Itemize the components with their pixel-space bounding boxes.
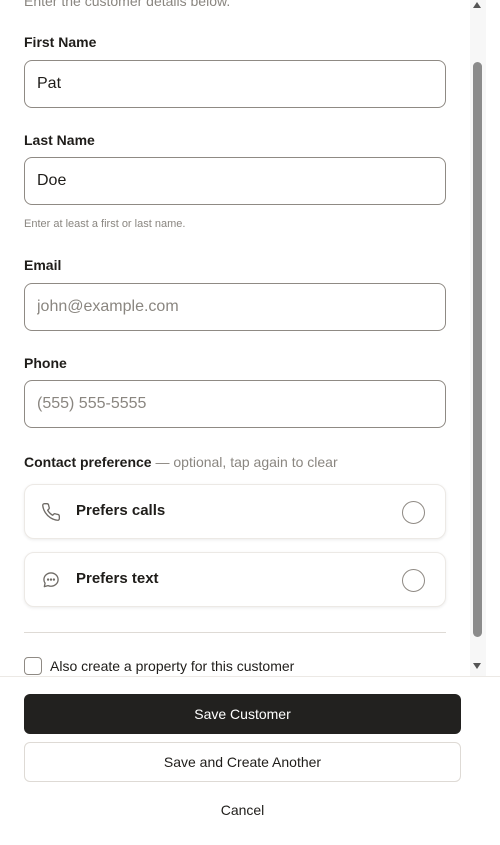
name-helper-text: Enter at least a first or last name. [24,218,186,230]
prefers-calls-radio[interactable] [402,501,425,524]
prefers-calls-label: Prefers calls [76,502,166,519]
save-and-create-another-button[interactable]: Save and Create Another [24,742,461,782]
phone-input[interactable] [24,380,446,428]
scrollbar-thumb[interactable] [473,62,482,637]
prefers-calls-option[interactable]: Prefers calls [24,484,446,539]
prefers-text-option[interactable]: Prefers text [24,552,446,607]
form-scroll-area[interactable]: Enter the customer details below. First … [0,0,486,676]
form-subtitle: Enter the customer details below. [24,0,231,9]
save-customer-button[interactable]: Save Customer [24,694,461,734]
contact-preference-label: Contact preference — optional, tap again… [24,454,338,470]
contact-preference-hint: — optional, tap again to clear [155,454,338,470]
email-input[interactable] [24,283,446,331]
last-name-input[interactable] [24,157,446,205]
first-name-input[interactable] [24,60,446,108]
phone-label: Phone [24,355,67,371]
contact-preference-title: Contact preference [24,454,152,470]
last-name-label: Last Name [24,132,95,148]
section-divider [24,632,446,633]
create-property-label: Also create a property for this customer [50,658,295,674]
form-footer: Save Customer Save and Create Another Ca… [0,676,500,845]
create-property-checkbox[interactable] [24,657,42,675]
scroll-down-arrow-icon[interactable] [473,663,481,669]
email-label: Email [24,257,62,273]
scroll-up-arrow-icon[interactable] [473,2,481,8]
chat-bubble-icon [41,570,61,590]
prefers-text-label: Prefers text [76,570,159,587]
prefers-text-radio[interactable] [402,569,425,592]
phone-icon [41,502,61,522]
first-name-label: First Name [24,34,97,50]
cancel-button[interactable]: Cancel [24,791,461,829]
